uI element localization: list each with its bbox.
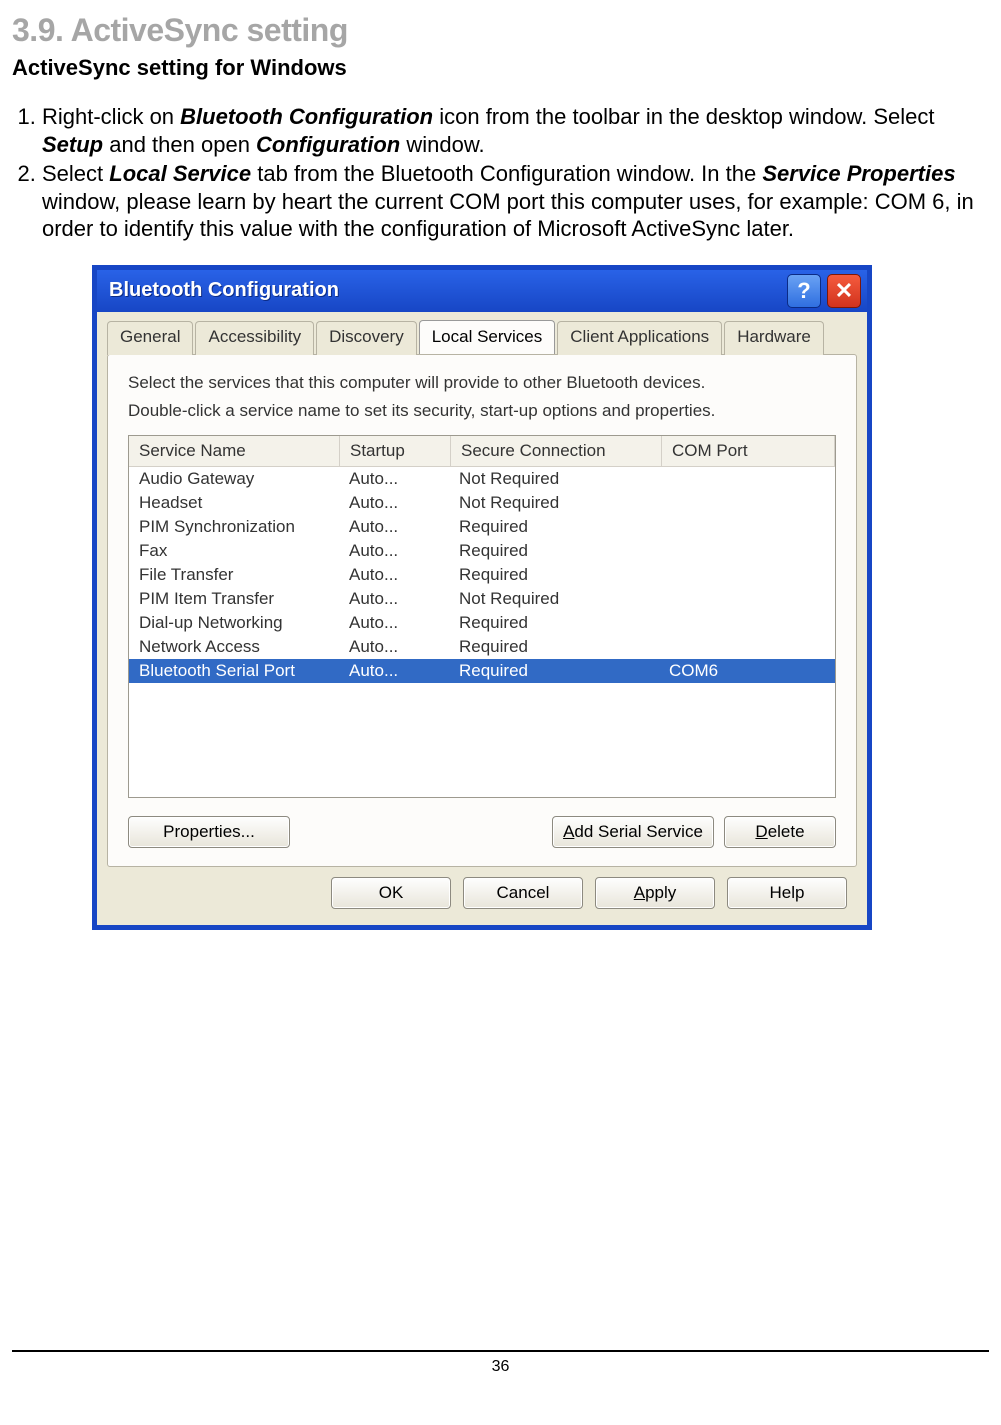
page-number: 36 xyxy=(12,1358,989,1376)
table-row[interactable]: FaxAuto...Required xyxy=(129,539,835,563)
col-com-port[interactable]: COM Port xyxy=(662,436,835,466)
steps-list: Right-click on Bluetooth Configuration i… xyxy=(12,103,989,243)
delete-button[interactable]: Delete xyxy=(724,816,836,848)
table-cell: Auto... xyxy=(339,587,449,611)
table-cell: Auto... xyxy=(339,539,449,563)
table-cell: Auto... xyxy=(339,491,449,515)
col-service-name[interactable]: Service Name xyxy=(129,436,340,466)
table-header: Service Name Startup Secure Connection C… xyxy=(129,436,835,467)
tab-hardware[interactable]: Hardware xyxy=(724,321,824,355)
table-cell: Required xyxy=(449,659,659,683)
dialog-buttons: OK Cancel Apply Help xyxy=(97,877,867,925)
table-cell xyxy=(659,515,835,539)
table-cell xyxy=(659,563,835,587)
table-row[interactable]: File TransferAuto...Required xyxy=(129,563,835,587)
step-2: Select Local Service tab from the Blueto… xyxy=(42,160,989,243)
table-cell: Dial-up Networking xyxy=(129,611,339,635)
table-cell xyxy=(659,467,835,491)
step-1: Right-click on Bluetooth Configuration i… xyxy=(42,103,989,158)
table-cell: Fax xyxy=(129,539,339,563)
close-icon[interactable]: ✕ xyxy=(827,274,861,308)
col-secure-connection[interactable]: Secure Connection xyxy=(451,436,662,466)
table-cell: Not Required xyxy=(449,467,659,491)
table-cell: File Transfer xyxy=(129,563,339,587)
tab-discovery[interactable]: Discovery xyxy=(316,321,417,355)
table-row[interactable]: PIM Item TransferAuto...Not Required xyxy=(129,587,835,611)
properties-button[interactable]: Properties... xyxy=(128,816,290,848)
table-row[interactable]: Audio GatewayAuto...Not Required xyxy=(129,467,835,491)
add-serial-service-button[interactable]: Add Serial Service xyxy=(552,816,714,848)
table-cell xyxy=(659,611,835,635)
table-cell: Required xyxy=(449,611,659,635)
table-cell: Headset xyxy=(129,491,339,515)
help-icon[interactable]: ? xyxy=(787,274,821,308)
ok-button[interactable]: OK xyxy=(331,877,451,909)
col-startup[interactable]: Startup xyxy=(340,436,451,466)
tab-accessibility[interactable]: Accessibility xyxy=(195,321,314,355)
table-cell: Auto... xyxy=(339,635,449,659)
table-cell: PIM Item Transfer xyxy=(129,587,339,611)
table-row[interactable]: Network AccessAuto...Required xyxy=(129,635,835,659)
cancel-button[interactable]: Cancel xyxy=(463,877,583,909)
titlebar[interactable]: Bluetooth Configuration ? ✕ xyxy=(97,270,867,312)
table-cell: Not Required xyxy=(449,587,659,611)
table-cell: Auto... xyxy=(339,659,449,683)
section-subheading: ActiveSync setting for Windows xyxy=(12,55,989,81)
window-title: Bluetooth Configuration xyxy=(109,279,781,302)
table-cell xyxy=(659,491,835,515)
table-cell: Auto... xyxy=(339,611,449,635)
table-cell: Bluetooth Serial Port xyxy=(129,659,339,683)
table-cell: Required xyxy=(449,635,659,659)
section-heading: 3.9. ActiveSync setting xyxy=(12,12,989,49)
table-cell: PIM Synchronization xyxy=(129,515,339,539)
table-cell: Required xyxy=(449,563,659,587)
table-cell xyxy=(659,587,835,611)
table-cell: Audio Gateway xyxy=(129,467,339,491)
table-row[interactable]: PIM SynchronizationAuto...Required xyxy=(129,515,835,539)
table-cell: Not Required xyxy=(449,491,659,515)
table-cell: COM6 xyxy=(659,659,835,683)
table-row[interactable]: Bluetooth Serial PortAuto...RequiredCOM6 xyxy=(129,659,835,683)
help-button[interactable]: Help xyxy=(727,877,847,909)
tab-local-services[interactable]: Local Services xyxy=(419,320,556,354)
table-cell: Auto... xyxy=(339,563,449,587)
apply-button[interactable]: Apply xyxy=(595,877,715,909)
services-table[interactable]: Service Name Startup Secure Connection C… xyxy=(128,435,836,798)
tab-general[interactable]: General xyxy=(107,321,193,355)
tab-panel-local-services: Select the services that this computer w… xyxy=(107,354,857,867)
table-cell: Required xyxy=(449,515,659,539)
table-row[interactable]: HeadsetAuto...Not Required xyxy=(129,491,835,515)
table-cell xyxy=(659,635,835,659)
table-cell xyxy=(659,539,835,563)
footer-rule xyxy=(12,1350,989,1352)
tab-strip: GeneralAccessibilityDiscoveryLocal Servi… xyxy=(97,312,867,354)
table-cell: Auto... xyxy=(339,467,449,491)
panel-description-2: Double-click a service name to set its s… xyxy=(128,401,836,421)
dialog-screenshot: Bluetooth Configuration ? ✕ GeneralAcces… xyxy=(92,265,872,930)
table-cell: Required xyxy=(449,539,659,563)
table-cell: Auto... xyxy=(339,515,449,539)
table-row[interactable]: Dial-up NetworkingAuto...Required xyxy=(129,611,835,635)
panel-description-1: Select the services that this computer w… xyxy=(128,373,836,393)
table-cell: Network Access xyxy=(129,635,339,659)
tab-client-applications[interactable]: Client Applications xyxy=(557,321,722,355)
